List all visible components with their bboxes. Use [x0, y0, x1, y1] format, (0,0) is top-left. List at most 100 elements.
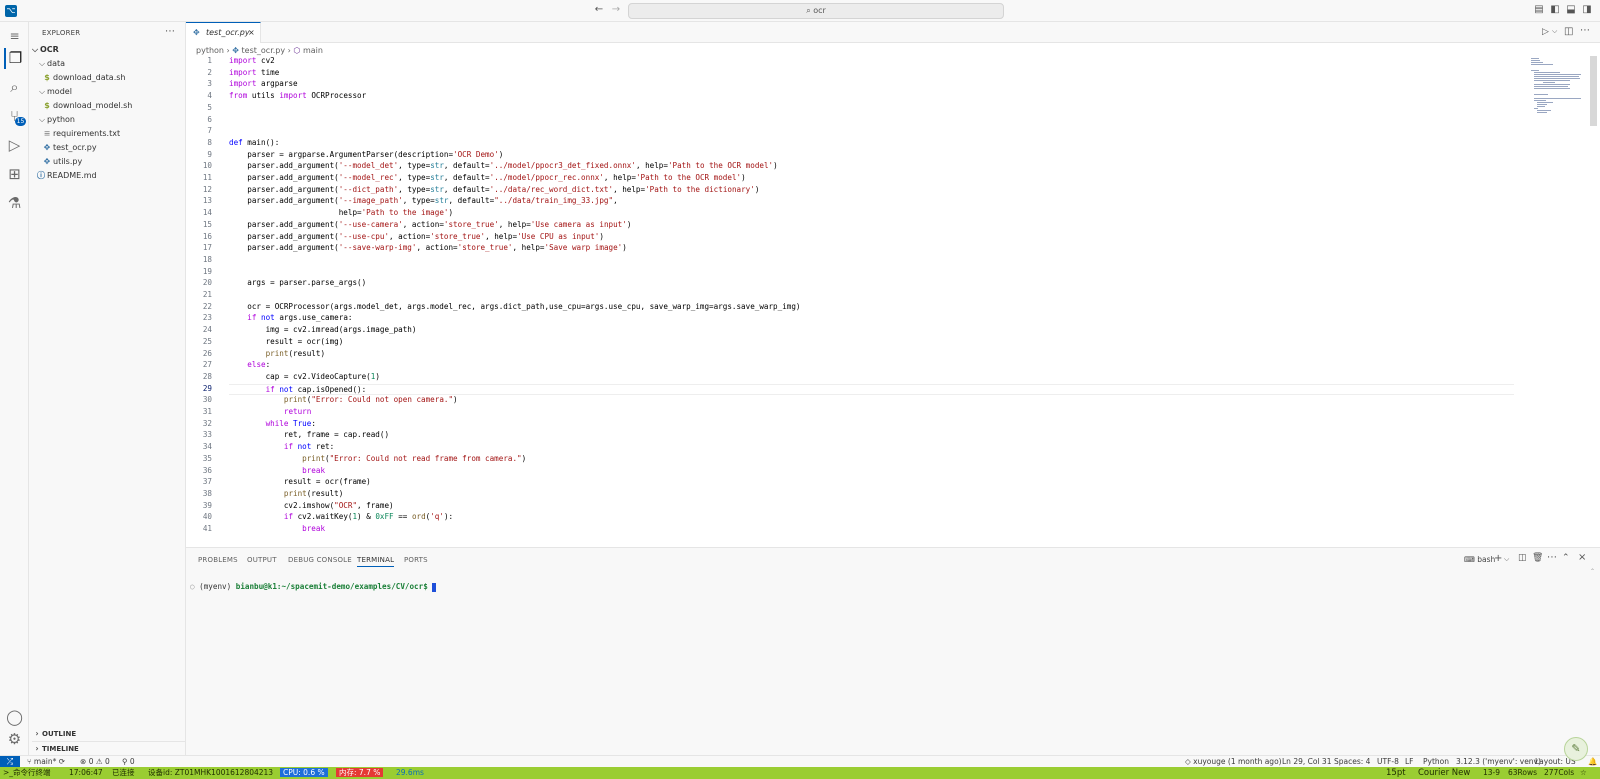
- minimap[interactable]: [1531, 56, 1582, 116]
- vscode-logo-icon: ⌥: [5, 5, 17, 17]
- chat-assistant-icon[interactable]: ✎: [1564, 737, 1588, 761]
- line-ending[interactable]: LF: [1405, 756, 1414, 767]
- timeline-section[interactable]: › TIMELINE: [32, 741, 189, 755]
- tree-item-test-ocr-py[interactable]: ✥ test_ocr.py: [41, 141, 97, 155]
- more-actions-icon[interactable]: ⋯: [165, 26, 175, 37]
- testing-icon[interactable]: ⚗: [4, 193, 25, 214]
- notifications-bell-icon[interactable]: 🔔: [1588, 756, 1597, 767]
- ports-count: 0: [129, 757, 135, 766]
- tab-terminal[interactable]: TERMINAL: [357, 556, 395, 567]
- tab-test-ocr-py[interactable]: ✥ test_ocr.py ×: [186, 22, 261, 43]
- line-number: 29: [202, 384, 212, 393]
- menu-icon[interactable]: ≡: [4, 26, 25, 47]
- source-control-icon[interactable]: ⑂ 15: [4, 106, 26, 127]
- latency: 29.6ms: [396, 767, 424, 779]
- command-center-search[interactable]: ⌕ ocr: [628, 3, 1004, 19]
- search-icon[interactable]: ⌕: [4, 77, 25, 98]
- favorite-icon[interactable]: ☆: [1580, 767, 1587, 779]
- maximize-panel-icon[interactable]: ⌃: [1562, 553, 1570, 563]
- tab-ports[interactable]: PORTS: [404, 556, 428, 564]
- toggle-primary-sidebar-icon[interactable]: ◧: [1548, 3, 1562, 17]
- extensions-icon[interactable]: ⊞: [4, 164, 25, 185]
- line-number: 37: [202, 477, 212, 486]
- tree-item-python[interactable]: ⌵ python: [37, 113, 75, 127]
- python-interpreter[interactable]: 3.12.3 ('myenv': venv): [1456, 756, 1541, 767]
- font-name[interactable]: Courier New: [1418, 767, 1470, 779]
- cursor-position[interactable]: Ln 29, Col 31: [1282, 756, 1331, 767]
- layout-customize-icon[interactable]: ▤: [1532, 3, 1546, 17]
- encoding[interactable]: UTF-8: [1377, 756, 1399, 767]
- account-icon[interactable]: ◯: [4, 707, 25, 728]
- more-actions-icon[interactable]: ⋯: [1547, 552, 1557, 563]
- code-line: from utils import OCRProcessor: [229, 91, 367, 100]
- terminal-scrollbar[interactable]: ⌃: [1590, 568, 1595, 580]
- kill-terminal-icon[interactable]: 🗑: [1532, 553, 1543, 563]
- shell-label: bash: [1477, 555, 1496, 564]
- chevron-down-icon[interactable]: ⌵: [1504, 555, 1509, 564]
- shell-file-icon: $: [44, 101, 50, 110]
- run-file-icon[interactable]: ▷: [1542, 27, 1549, 37]
- editor-scrollbar-thumb[interactable]: [1590, 56, 1597, 126]
- line-number: 33: [202, 430, 212, 439]
- split-terminal-icon[interactable]: ◫: [1518, 553, 1527, 563]
- chevron-down-icon[interactable]: ⌵: [1552, 27, 1557, 36]
- line-number: 26: [202, 349, 212, 358]
- line-number: 17: [202, 243, 212, 252]
- branch-status[interactable]: ⑂ main* ⟳: [27, 756, 65, 767]
- explorer-icon[interactable]: ❐: [4, 48, 25, 69]
- code-editor[interactable]: 1 import cv2 2 import time 3 import argparse 4…: [186, 56, 1516, 536]
- python-file-icon: ✥: [193, 28, 200, 37]
- terminal-dot-icon: ○: [190, 582, 200, 591]
- breadcrumb-folder[interactable]: python: [196, 46, 224, 55]
- explorer-sidebar: EXPLORER ⋯ ⌵ OCR ⌵ data $ download_data.sh …: [29, 22, 189, 755]
- tree-item-utils-py[interactable]: ✥ utils.py: [41, 155, 83, 169]
- breadcrumb-symbol[interactable]: main: [303, 46, 323, 55]
- tree-item-requirements-txt[interactable]: ≡ requirements.txt: [41, 127, 120, 141]
- font-size[interactable]: 15pt: [1386, 767, 1406, 779]
- close-panel-icon[interactable]: ×: [1578, 552, 1586, 563]
- tab-debug-console[interactable]: DEBUG CONSOLE: [288, 556, 352, 564]
- outline-section[interactable]: › OUTLINE: [32, 727, 76, 741]
- back-arrow-icon[interactable]: ←: [592, 3, 606, 17]
- problems-status[interactable]: ⊗ 0 ⚠ 0: [80, 756, 110, 767]
- blame-label: xuyouge (1 month ago): [1193, 757, 1282, 766]
- tree-item-model[interactable]: ⌵ model: [37, 85, 72, 99]
- tree-item-download-data-sh[interactable]: $ download_data.sh: [41, 71, 125, 85]
- tree-item-readme-md[interactable]: ⓘ README.md: [35, 169, 97, 183]
- terminal-shell-selector[interactable]: ⌨ bash: [1464, 555, 1495, 564]
- connection-status: 已连接: [112, 768, 135, 777]
- line-number: 5: [207, 103, 212, 112]
- more-actions-icon[interactable]: ⋯: [1580, 25, 1590, 36]
- minimap-preview: [1531, 58, 1582, 113]
- terminal-output[interactable]: ○ (myenv) bianbu@k1:~/spacemit-demo/exam…: [190, 582, 437, 592]
- memory-usage: 内存: 7.7 %: [336, 767, 384, 779]
- toggle-panel-icon[interactable]: ⬓: [1564, 3, 1578, 17]
- forward-arrow-icon[interactable]: →: [609, 3, 623, 17]
- toggle-secondary-sidebar-icon[interactable]: ◨: [1580, 3, 1594, 17]
- line-number: 11: [202, 173, 212, 182]
- ports-status[interactable]: ⚲ 0: [122, 756, 135, 767]
- close-icon[interactable]: ×: [248, 23, 255, 43]
- terminal-shortcut[interactable]: >_命令行终端: [3, 767, 51, 779]
- tab-output[interactable]: OUTPUT: [247, 556, 277, 564]
- indentation[interactable]: Spaces: 4: [1334, 756, 1370, 767]
- tree-root-ocr[interactable]: ⌵ OCR: [29, 43, 59, 57]
- memory-usage-value: 内存: 7.7 %: [336, 768, 384, 777]
- settings-gear-icon[interactable]: ⚙: [4, 729, 25, 750]
- warnings-count: 0: [104, 757, 110, 766]
- outline-label: OUTLINE: [42, 730, 77, 738]
- tree-item-label: download_data.sh: [53, 73, 126, 82]
- breadcrumb-file[interactable]: test_ocr.py: [242, 46, 286, 55]
- split-editor-icon[interactable]: ◫: [1564, 26, 1573, 37]
- device-id: 设备id: ZT01MHK1001612804213: [148, 768, 274, 777]
- new-terminal-icon[interactable]: +: [1494, 553, 1502, 564]
- tree-item-data[interactable]: ⌵ data: [37, 57, 65, 71]
- tree-item-download-model-sh[interactable]: $ download_model.sh: [41, 99, 132, 113]
- tab-problems[interactable]: PROBLEMS: [198, 556, 238, 564]
- git-blame[interactable]: ◇ xuyouge (1 month ago): [1185, 756, 1282, 767]
- run-debug-icon[interactable]: ▷: [4, 135, 25, 156]
- language-mode[interactable]: Python: [1423, 756, 1449, 767]
- code-line: parser = argparse.ArgumentParser(descrip…: [229, 150, 504, 159]
- tree-item-label: model: [47, 87, 72, 96]
- terminal-shortcut-label: 命令行终端: [13, 768, 51, 777]
